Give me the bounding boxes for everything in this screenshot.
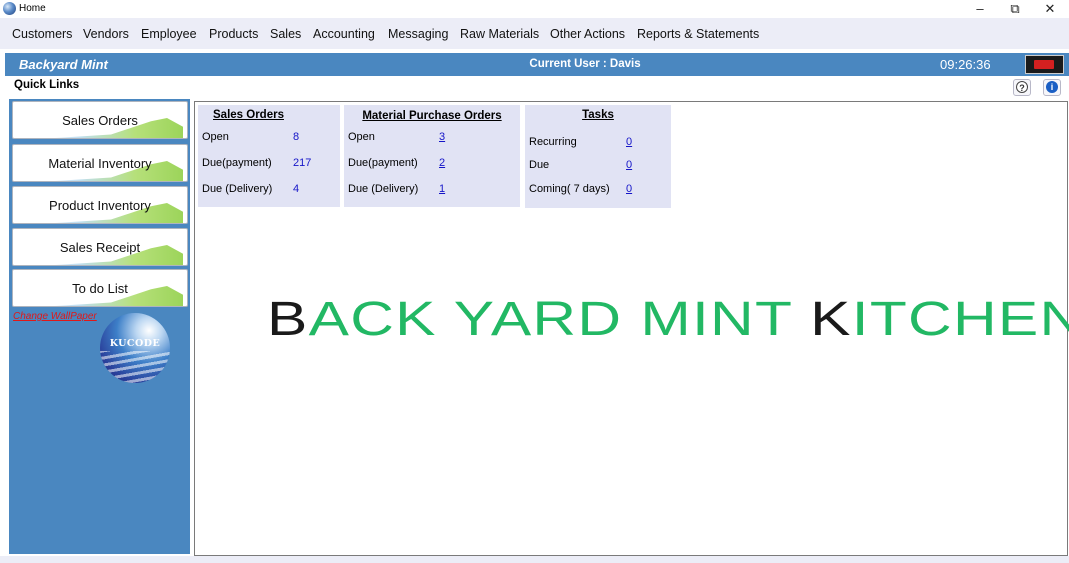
header-band: Backyard Mint Current User : Davis 09:26… <box>5 53 1069 76</box>
quick-link-sales-orders[interactable]: Sales Orders <box>12 101 188 139</box>
row-label: Open <box>348 131 375 143</box>
row-label: Recurring <box>529 136 577 148</box>
sales-orders-card: Sales Orders Open 8 Due(payment) 217 Due… <box>198 105 340 207</box>
quick-links-sidebar: Sales Orders Material Inventory Product … <box>9 99 190 554</box>
row-label: Due(payment) <box>348 157 418 169</box>
row-value[interactable]: 217 <box>293 157 311 169</box>
row-label: Coming( 7 days) <box>529 183 610 195</box>
row-value-link[interactable]: 2 <box>439 157 445 169</box>
current-user-label: Current User : Davis <box>529 58 641 70</box>
help-icon: ? <box>1016 81 1028 93</box>
menu-raw-materials[interactable]: Raw Materials <box>460 27 539 41</box>
window-title: Home <box>19 3 46 14</box>
quick-link-sales-receipt[interactable]: Sales Receipt <box>12 228 188 266</box>
menu-messaging[interactable]: Messaging <box>388 27 448 41</box>
quick-link-label: Material Inventory <box>48 156 152 171</box>
quick-link-to-do-list[interactable]: To do List <box>12 269 188 307</box>
clock-time: 09:26:36 <box>940 57 991 72</box>
banner-initial: K <box>810 293 852 346</box>
banner-word: ITCHEN <box>851 293 1069 346</box>
title-bar: Home – ⧉ ✕ <box>0 0 1069 18</box>
wallpaper-banner: BACK YARD MINT KITCHEN <box>267 296 1069 344</box>
banner-initial: B <box>267 293 309 346</box>
menu-other-actions[interactable]: Other Actions <box>550 27 625 41</box>
help-button[interactable]: ? <box>1013 79 1031 96</box>
kucode-globe-logo: KUCODE <box>100 313 170 383</box>
tasks-card: Tasks Recurring 0 Due 0 Coming( 7 days) … <box>525 105 671 208</box>
brand-name: Backyard Mint <box>19 57 108 72</box>
logo-text: KUCODE <box>109 338 161 349</box>
menu-vendors[interactable]: Vendors <box>83 27 129 41</box>
row-value[interactable]: 4 <box>293 183 299 195</box>
logo-stripes <box>100 351 170 383</box>
exit-door-icon <box>1034 60 1054 69</box>
menu-sales[interactable]: Sales <box>270 27 301 41</box>
menu-customers[interactable]: Customers <box>12 27 72 41</box>
quick-link-label: Sales Orders <box>62 113 138 128</box>
row-label: Due (Delivery) <box>202 183 273 195</box>
close-button[interactable]: ✕ <box>1032 0 1068 18</box>
row-value-link[interactable]: 3 <box>439 131 445 143</box>
menu-employee[interactable]: Employee <box>141 27 197 41</box>
row-value-link[interactable]: 0 <box>626 183 632 195</box>
row-label: Due(payment) <box>202 157 272 169</box>
change-wallpaper-link[interactable]: Change WallPaper <box>13 311 97 322</box>
info-icon: i <box>1046 81 1058 93</box>
quick-link-label: To do List <box>72 281 128 296</box>
row-label: Due (Delivery) <box>348 183 419 195</box>
row-label: Open <box>202 131 229 143</box>
row-label: Due <box>529 159 550 171</box>
card-title: Sales Orders <box>213 109 284 121</box>
quick-link-material-inventory[interactable]: Material Inventory <box>12 144 188 182</box>
quick-links-title: Quick Links <box>14 79 80 91</box>
app-globe-icon <box>3 2 16 15</box>
quick-link-label: Sales Receipt <box>59 240 141 255</box>
menu-bar: Customers Vendors Employee Products Sale… <box>0 18 1069 49</box>
card-title: Tasks <box>582 109 614 121</box>
row-value-link[interactable]: 0 <box>626 136 632 148</box>
info-button[interactable]: i <box>1043 79 1061 96</box>
row-value-link[interactable]: 0 <box>626 159 632 171</box>
quick-link-product-inventory[interactable]: Product Inventory <box>12 186 188 224</box>
quick-link-label: Product Inventory <box>49 198 151 213</box>
minimize-button[interactable]: – <box>962 0 998 18</box>
row-value-link[interactable]: 1 <box>439 183 445 195</box>
material-purchase-orders-card: Material Purchase Orders Open 3 Due(paym… <box>344 105 520 207</box>
menu-reports-statements[interactable]: Reports & Statements <box>637 27 759 41</box>
status-strip <box>0 556 1069 563</box>
restore-button[interactable]: ⧉ <box>997 0 1033 18</box>
dashboard-area: Sales Orders Open 8 Due(payment) 217 Due… <box>194 101 1069 556</box>
card-title: Material Purchase Orders <box>362 110 502 122</box>
menu-accounting[interactable]: Accounting <box>313 27 375 41</box>
menu-products[interactable]: Products <box>209 27 258 41</box>
exit-button[interactable] <box>1025 55 1064 74</box>
banner-word: ACK YARD MINT <box>308 293 811 346</box>
row-value[interactable]: 8 <box>293 131 299 143</box>
